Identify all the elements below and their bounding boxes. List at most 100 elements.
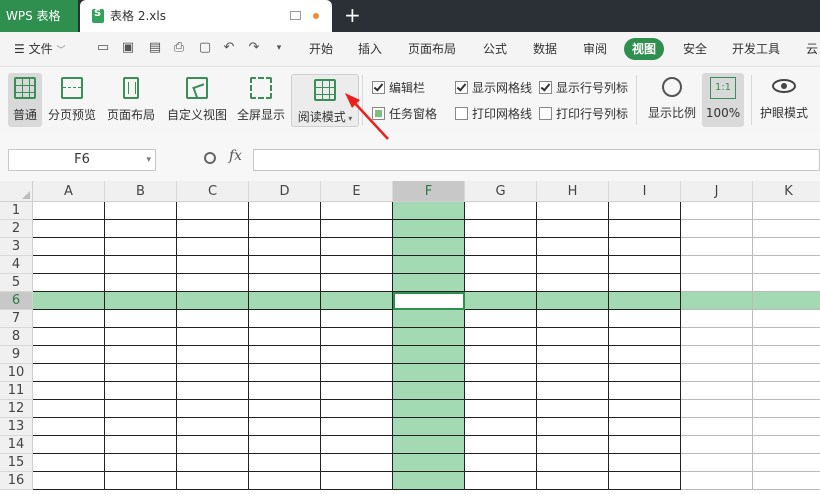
- cell-j16[interactable]: [681, 472, 753, 490]
- print-preview-icon[interactable]: ▢: [198, 41, 212, 55]
- cell-e10[interactable]: [321, 364, 393, 382]
- cell-f5[interactable]: [393, 274, 465, 292]
- cell-i5[interactable]: [609, 274, 681, 292]
- cell-g2[interactable]: [465, 220, 537, 238]
- column-header-i[interactable]: I: [609, 181, 681, 202]
- cell-j15[interactable]: [681, 454, 753, 472]
- cell-c13[interactable]: [177, 418, 249, 436]
- row-header-4[interactable]: 4: [0, 256, 33, 274]
- cell-d8[interactable]: [249, 328, 321, 346]
- cell-g11[interactable]: [465, 382, 537, 400]
- cell-i9[interactable]: [609, 346, 681, 364]
- document-tab[interactable]: 表格 2.xls: [80, 0, 332, 32]
- cell-i13[interactable]: [609, 418, 681, 436]
- column-header-a[interactable]: A: [33, 181, 105, 202]
- cell-f11[interactable]: [393, 382, 465, 400]
- column-header-k[interactable]: K: [753, 181, 820, 202]
- cell-j3[interactable]: [681, 238, 753, 256]
- menu-security[interactable]: 安全: [683, 32, 707, 66]
- cell-j10[interactable]: [681, 364, 753, 382]
- cell-j4[interactable]: [681, 256, 753, 274]
- cell-e4[interactable]: [321, 256, 393, 274]
- cell-b6[interactable]: [105, 292, 177, 310]
- cell-j1[interactable]: [681, 202, 753, 220]
- cell-g4[interactable]: [465, 256, 537, 274]
- row-header-9[interactable]: 9: [0, 346, 33, 364]
- cell-e16[interactable]: [321, 472, 393, 490]
- custom-view-button[interactable]: 自定义视图: [164, 73, 230, 127]
- cell-k8[interactable]: [753, 328, 820, 346]
- cell-g13[interactable]: [465, 418, 537, 436]
- cell-c4[interactable]: [177, 256, 249, 274]
- cell-b11[interactable]: [105, 382, 177, 400]
- cell-c16[interactable]: [177, 472, 249, 490]
- cell-i12[interactable]: [609, 400, 681, 418]
- menu-view[interactable]: 视图: [624, 38, 665, 60]
- row-header-2[interactable]: 2: [0, 220, 33, 238]
- row-header-14[interactable]: 14: [0, 436, 33, 454]
- cell-h4[interactable]: [537, 256, 609, 274]
- row-header-7[interactable]: 7: [0, 310, 33, 328]
- cell-d14[interactable]: [249, 436, 321, 454]
- cell-f4[interactable]: [393, 256, 465, 274]
- row-header-16[interactable]: 16: [0, 472, 33, 490]
- column-header-b[interactable]: B: [105, 181, 177, 202]
- cell-a11[interactable]: [33, 382, 105, 400]
- print-gridlines-toggle[interactable]: 打印网格线: [455, 105, 532, 122]
- cell-d13[interactable]: [249, 418, 321, 436]
- cell-h1[interactable]: [537, 202, 609, 220]
- cell-k14[interactable]: [753, 436, 820, 454]
- column-header-g[interactable]: G: [465, 181, 537, 202]
- cell-f10[interactable]: [393, 364, 465, 382]
- cell-j12[interactable]: [681, 400, 753, 418]
- app-tab[interactable]: WPS 表格: [0, 0, 78, 32]
- cell-e8[interactable]: [321, 328, 393, 346]
- cell-f2[interactable]: [393, 220, 465, 238]
- cell-e2[interactable]: [321, 220, 393, 238]
- cell-k13[interactable]: [753, 418, 820, 436]
- cell-d2[interactable]: [249, 220, 321, 238]
- cell-a12[interactable]: [33, 400, 105, 418]
- cell-h5[interactable]: [537, 274, 609, 292]
- cell-i3[interactable]: [609, 238, 681, 256]
- cell-h13[interactable]: [537, 418, 609, 436]
- column-header-f[interactable]: F: [393, 181, 465, 202]
- cell-k11[interactable]: [753, 382, 820, 400]
- cell-i8[interactable]: [609, 328, 681, 346]
- cell-k10[interactable]: [753, 364, 820, 382]
- cell-i6[interactable]: [609, 292, 681, 310]
- cell-f3[interactable]: [393, 238, 465, 256]
- cell-c10[interactable]: [177, 364, 249, 382]
- window-tile-icon[interactable]: [290, 11, 301, 20]
- cell-b15[interactable]: [105, 454, 177, 472]
- cell-i11[interactable]: [609, 382, 681, 400]
- cell-c8[interactable]: [177, 328, 249, 346]
- cell-j2[interactable]: [681, 220, 753, 238]
- formula-input[interactable]: [253, 149, 820, 171]
- row-header-8[interactable]: 8: [0, 328, 33, 346]
- cell-a15[interactable]: [33, 454, 105, 472]
- cell-a10[interactable]: [33, 364, 105, 382]
- menu-cloud[interactable]: 云: [806, 32, 818, 66]
- cell-k5[interactable]: [753, 274, 820, 292]
- cell-k7[interactable]: [753, 310, 820, 328]
- cell-g16[interactable]: [465, 472, 537, 490]
- row-header-15[interactable]: 15: [0, 454, 33, 472]
- column-header-h[interactable]: H: [537, 181, 609, 202]
- cell-f13[interactable]: [393, 418, 465, 436]
- customize-icon[interactable]: ▾: [272, 41, 286, 55]
- cell-j5[interactable]: [681, 274, 753, 292]
- menu-review[interactable]: 审阅: [583, 32, 607, 66]
- cell-c7[interactable]: [177, 310, 249, 328]
- cell-g15[interactable]: [465, 454, 537, 472]
- cell-b14[interactable]: [105, 436, 177, 454]
- menu-data[interactable]: 数据: [533, 32, 557, 66]
- name-box[interactable]: F6 ▾: [8, 149, 156, 171]
- cell-e9[interactable]: [321, 346, 393, 364]
- print-headings-toggle[interactable]: 打印行号列标: [539, 105, 628, 122]
- cell-g1[interactable]: [465, 202, 537, 220]
- cell-d6[interactable]: [249, 292, 321, 310]
- cell-b5[interactable]: [105, 274, 177, 292]
- cell-c2[interactable]: [177, 220, 249, 238]
- cell-k15[interactable]: [753, 454, 820, 472]
